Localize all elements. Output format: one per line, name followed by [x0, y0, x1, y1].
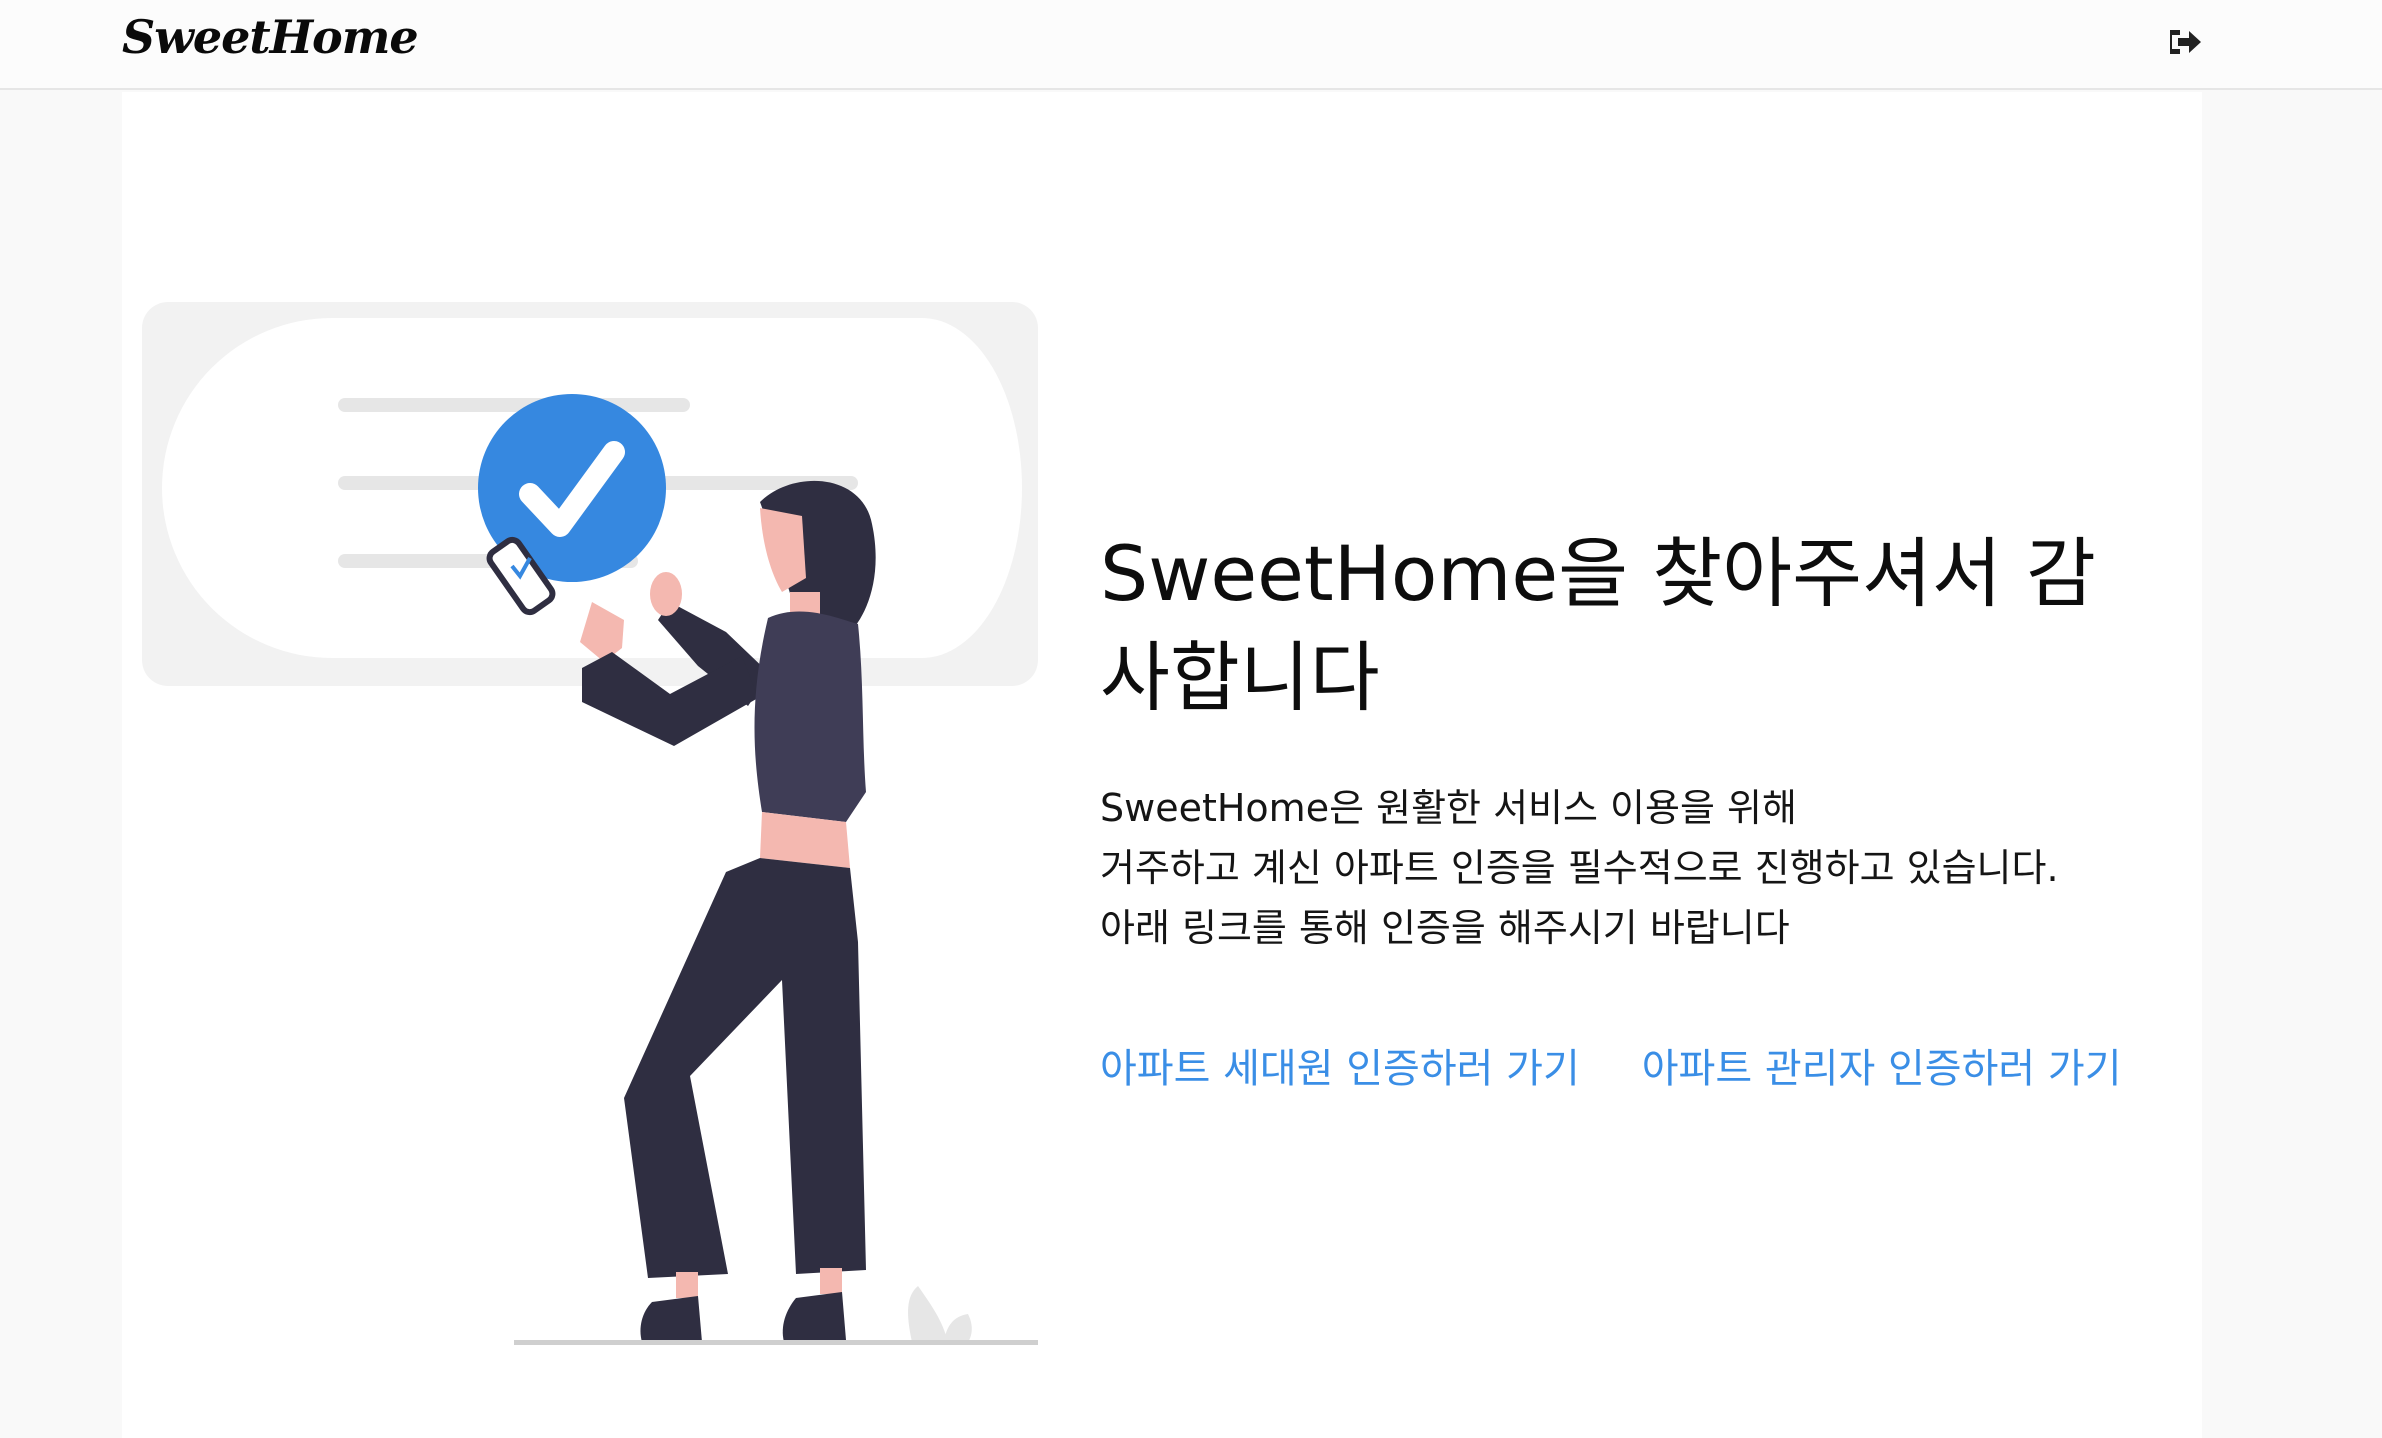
main-card: SweetHome을 찾아주셔서 감사합니다 SweetHome은 원활한 서비…	[122, 92, 2202, 1438]
welcome-section: SweetHome을 찾아주셔서 감사합니다 SweetHome은 원활한 서비…	[1100, 522, 2180, 1094]
verified-woman-illustration	[142, 302, 1042, 1362]
top-navbar: SweetHome	[0, 0, 2382, 90]
description-line: SweetHome은 원활한 서비스 이용을 위해	[1100, 786, 1797, 830]
description-line: 거주하고 계신 아파트 인증을 필수적으로 진행하고 있습니다.	[1100, 846, 2059, 890]
description: SweetHome은 원활한 서비스 이용을 위해 거주하고 계신 아파트 인증…	[1100, 778, 2180, 958]
resident-verification-link[interactable]: 아파트 세대원 인증하러 가기	[1100, 1036, 1580, 1094]
sign-out-icon[interactable]	[2166, 22, 2206, 62]
description-line: 아래 링크를 통해 인증을 해주시기 바랍니다	[1100, 906, 1790, 950]
page-title: SweetHome을 찾아주셔서 감사합니다	[1100, 529, 2096, 722]
verification-links: 아파트 세대원 인증하러 가기 아파트 관리자 인증하러 가기	[1100, 1036, 2180, 1094]
brand-logo[interactable]: SweetHome	[122, 10, 419, 64]
manager-verification-link[interactable]: 아파트 관리자 인증하러 가기	[1642, 1036, 2122, 1094]
